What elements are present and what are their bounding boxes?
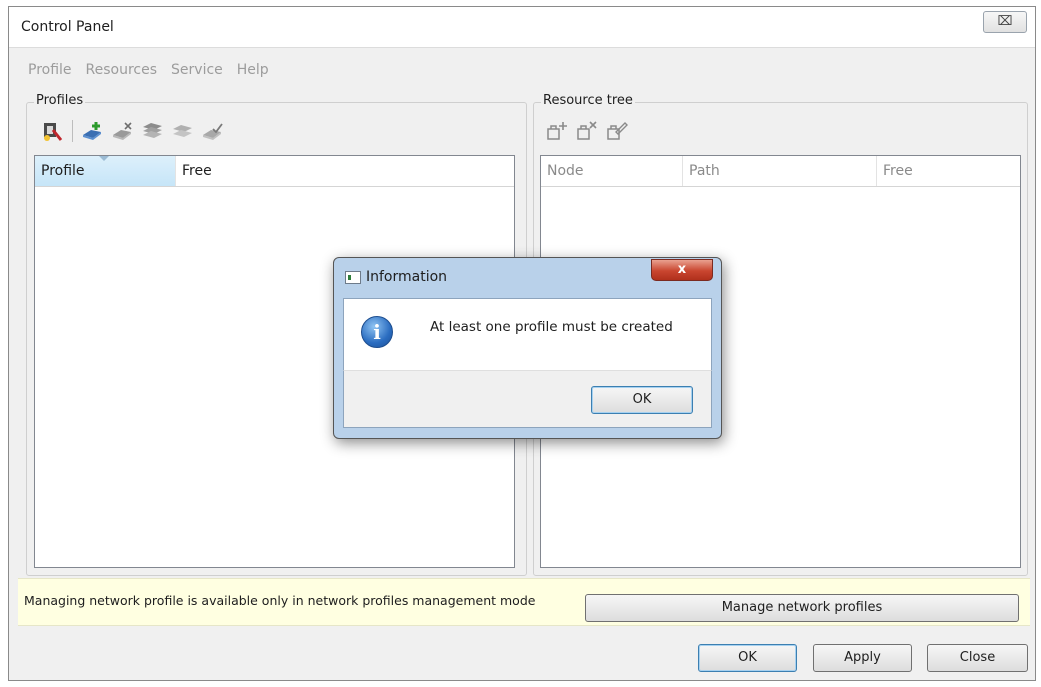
menu-resources[interactable]: Resources [86, 62, 158, 82]
information-dialog: Information x i At least one profile mus… [333, 257, 722, 439]
profiles-toolbar [40, 119, 225, 143]
dialog-close-button[interactable]: x [651, 259, 713, 281]
menu-help[interactable]: Help [237, 62, 269, 82]
add-profile-icon[interactable] [81, 119, 105, 143]
sort-arrow-icon [99, 156, 109, 161]
delete-profile-icon[interactable] [111, 119, 135, 143]
app-window-icon [345, 271, 361, 284]
dialog-title: Information [366, 269, 448, 285]
menu-bar: Profile Resources Service Help [28, 62, 283, 82]
window-close-button[interactable]: ⌧ [983, 11, 1027, 33]
dialog-ok-button[interactable]: OK [591, 386, 693, 414]
network-tools-icon[interactable] [40, 119, 64, 143]
menu-profile[interactable]: Profile [28, 62, 72, 82]
ok-button[interactable]: OK [698, 644, 797, 672]
profile-disabled-icon[interactable] [171, 119, 195, 143]
manage-network-profiles-button[interactable]: Manage network profiles [585, 594, 1019, 622]
profiles-list-header: Profile Free [35, 156, 514, 187]
apply-button[interactable]: Apply [813, 644, 912, 672]
column-path[interactable]: Path [683, 156, 877, 186]
window-title: Control Panel [21, 19, 114, 35]
dialog-footer: OK [343, 370, 712, 428]
dialog-message: At least one profile must be created [430, 319, 673, 335]
add-node-icon[interactable] [545, 119, 569, 143]
profiles-group-label: Profiles [34, 93, 86, 108]
profile-stack-icon[interactable] [141, 119, 165, 143]
toolbar-separator [72, 120, 73, 142]
infobar-message: Managing network profile is available on… [24, 593, 536, 608]
resource-tree-header: Node Path Free [541, 156, 1020, 187]
information-icon: i [361, 316, 393, 348]
resource-tree-group-label: Resource tree [541, 93, 635, 108]
column-node[interactable]: Node [541, 156, 683, 186]
dialog-body: i At least one profile must be created [343, 298, 712, 370]
profile-check-icon[interactable] [201, 119, 225, 143]
column-free[interactable]: Free [176, 156, 514, 186]
close-button[interactable]: Close [927, 644, 1028, 672]
menu-service[interactable]: Service [171, 62, 223, 82]
edit-node-icon[interactable] [605, 119, 629, 143]
resource-toolbar [545, 119, 629, 143]
remove-node-icon[interactable] [575, 119, 599, 143]
title-bar: Control Panel ⌧ [9, 7, 1035, 48]
column-free-resource[interactable]: Free [877, 156, 1020, 186]
